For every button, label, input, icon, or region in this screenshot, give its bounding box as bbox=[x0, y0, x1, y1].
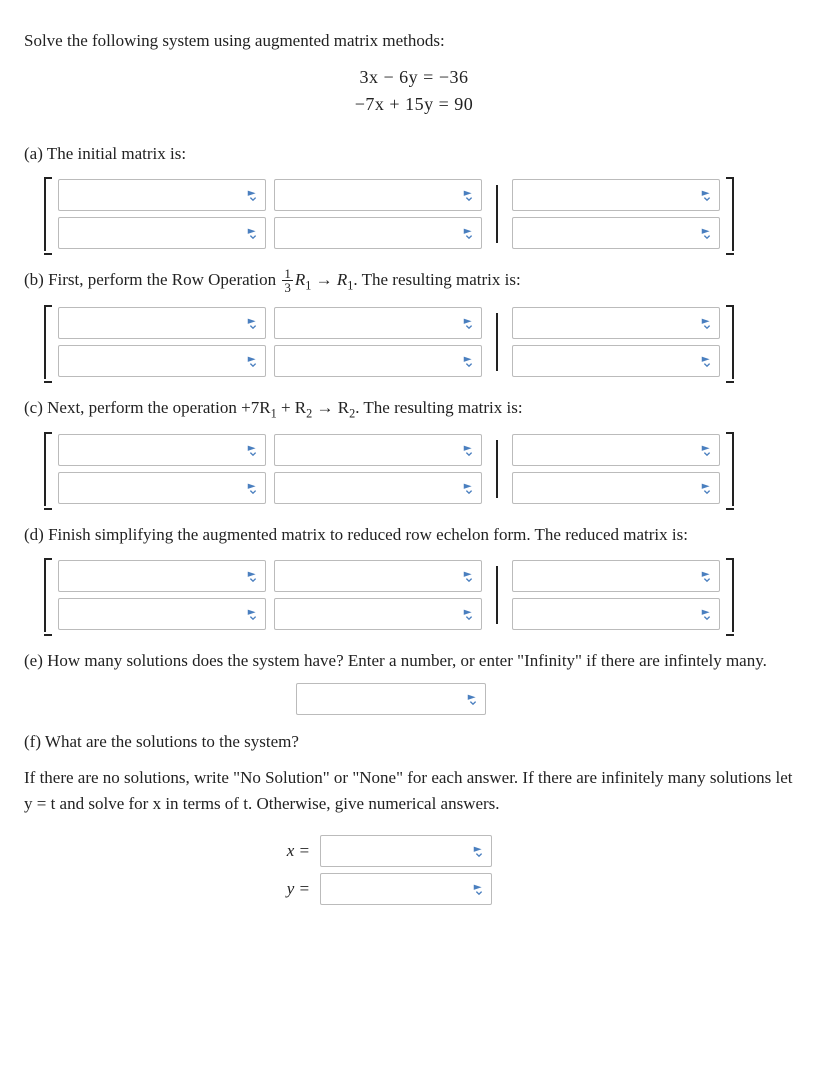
num-solutions-field[interactable] bbox=[296, 683, 486, 715]
problem-intro: Solve the following system using augment… bbox=[24, 28, 804, 54]
part-a-text: (a) The initial matrix is: bbox=[24, 141, 804, 167]
matrix-input[interactable] bbox=[512, 434, 720, 466]
matrix-input[interactable] bbox=[274, 560, 482, 592]
matrix-b-r1c2[interactable] bbox=[274, 307, 482, 339]
matrix-input[interactable] bbox=[512, 560, 720, 592]
matrix-input[interactable] bbox=[274, 472, 482, 504]
matrix-input[interactable] bbox=[274, 434, 482, 466]
matrix-b-r1c1[interactable] bbox=[58, 307, 266, 339]
matrix-input[interactable] bbox=[58, 217, 266, 249]
matrix-input[interactable] bbox=[58, 472, 266, 504]
x-answer-input[interactable] bbox=[320, 835, 492, 867]
augment-bar-icon bbox=[496, 313, 498, 371]
matrix-d-r1c3[interactable] bbox=[512, 560, 720, 592]
matrix-c bbox=[24, 430, 804, 508]
matrix-input[interactable] bbox=[58, 434, 266, 466]
left-bracket-icon bbox=[42, 175, 54, 253]
op-text: +7R bbox=[241, 398, 270, 417]
right-bracket-icon bbox=[724, 303, 736, 381]
part-c-post: . The resulting matrix is: bbox=[355, 398, 522, 417]
right-bracket-icon bbox=[724, 430, 736, 508]
matrix-a-r1c1[interactable] bbox=[58, 179, 266, 211]
matrix-d-r2c3[interactable] bbox=[512, 598, 720, 630]
right-bracket-icon bbox=[724, 175, 736, 253]
matrix-b-r1c3[interactable] bbox=[512, 307, 720, 339]
left-bracket-icon bbox=[42, 556, 54, 634]
arrow-icon: → R bbox=[312, 398, 349, 417]
matrix-input[interactable] bbox=[274, 179, 482, 211]
num-solutions-input[interactable] bbox=[296, 683, 486, 715]
part-c-text: (c) Next, perform the operation +7R1 + R… bbox=[24, 395, 804, 423]
matrix-input[interactable] bbox=[512, 345, 720, 377]
matrix-c-r2c3[interactable] bbox=[512, 472, 720, 504]
matrix-input[interactable] bbox=[512, 179, 720, 211]
augment-bar-icon bbox=[496, 566, 498, 624]
matrix-a-r2c3[interactable] bbox=[512, 217, 720, 249]
matrix-a bbox=[24, 175, 804, 253]
fraction-icon: 13 bbox=[282, 267, 293, 294]
left-bracket-icon bbox=[42, 430, 54, 508]
matrix-d-r2c1[interactable] bbox=[58, 598, 266, 630]
matrix-input[interactable] bbox=[58, 307, 266, 339]
matrix-input[interactable] bbox=[274, 345, 482, 377]
matrix-a-r1c2[interactable] bbox=[274, 179, 482, 211]
matrix-input[interactable] bbox=[274, 217, 482, 249]
matrix-b-r2c2[interactable] bbox=[274, 345, 482, 377]
matrix-c-r1c2[interactable] bbox=[274, 434, 482, 466]
equation-2: −7x + 15y = 90 bbox=[24, 91, 804, 119]
matrix-b-r2c3[interactable] bbox=[512, 345, 720, 377]
matrix-d bbox=[24, 556, 804, 634]
matrix-input[interactable] bbox=[512, 307, 720, 339]
matrix-input[interactable] bbox=[512, 217, 720, 249]
augment-bar-icon bbox=[496, 440, 498, 498]
matrix-a-r1c3[interactable] bbox=[512, 179, 720, 211]
part-d-text: (d) Finish simplifying the augmented mat… bbox=[24, 522, 804, 548]
x-answer-field[interactable] bbox=[320, 835, 492, 867]
y-answer-input[interactable] bbox=[320, 873, 492, 905]
matrix-b-r2c1[interactable] bbox=[58, 345, 266, 377]
matrix-input[interactable] bbox=[58, 598, 266, 630]
y-answer-field[interactable] bbox=[320, 873, 492, 905]
part-f-text: (f) What are the solutions to the system… bbox=[24, 729, 804, 755]
matrix-input[interactable] bbox=[58, 560, 266, 592]
r-symbol: R bbox=[337, 270, 347, 289]
matrix-d-r1c2[interactable] bbox=[274, 560, 482, 592]
matrix-input[interactable] bbox=[274, 307, 482, 339]
matrix-d-r1c1[interactable] bbox=[58, 560, 266, 592]
y-equals-label: y = bbox=[274, 879, 310, 899]
matrix-input[interactable] bbox=[512, 472, 720, 504]
matrix-c-r2c1[interactable] bbox=[58, 472, 266, 504]
equation-block: 3x − 6y = −36 −7x + 15y = 90 bbox=[24, 64, 804, 120]
matrix-input[interactable] bbox=[58, 179, 266, 211]
op-text: + R bbox=[277, 398, 306, 417]
matrix-c-r2c2[interactable] bbox=[274, 472, 482, 504]
matrix-c-r1c3[interactable] bbox=[512, 434, 720, 466]
matrix-input[interactable] bbox=[274, 598, 482, 630]
matrix-c-r1c1[interactable] bbox=[58, 434, 266, 466]
x-equals-label: x = bbox=[274, 841, 310, 861]
r-symbol: R bbox=[295, 270, 305, 289]
left-bracket-icon bbox=[42, 303, 54, 381]
part-b-post: . The resulting matrix is: bbox=[353, 270, 520, 289]
matrix-b bbox=[24, 303, 804, 381]
matrix-input[interactable] bbox=[512, 598, 720, 630]
matrix-input[interactable] bbox=[58, 345, 266, 377]
part-c-pre: (c) Next, perform the operation bbox=[24, 398, 241, 417]
augment-bar-icon bbox=[496, 185, 498, 243]
part-b-pre: (b) First, perform the Row Operation bbox=[24, 270, 280, 289]
right-bracket-icon bbox=[724, 556, 736, 634]
matrix-a-r2c1[interactable] bbox=[58, 217, 266, 249]
part-e-text: (e) How many solutions does the system h… bbox=[24, 648, 804, 674]
part-f-detail: If there are no solutions, write "No Sol… bbox=[24, 765, 804, 818]
arrow-icon: → bbox=[311, 270, 337, 289]
equation-1: 3x − 6y = −36 bbox=[24, 64, 804, 92]
matrix-d-r2c2[interactable] bbox=[274, 598, 482, 630]
matrix-a-r2c2[interactable] bbox=[274, 217, 482, 249]
part-b-text: (b) First, perform the Row Operation 13R… bbox=[24, 267, 804, 295]
